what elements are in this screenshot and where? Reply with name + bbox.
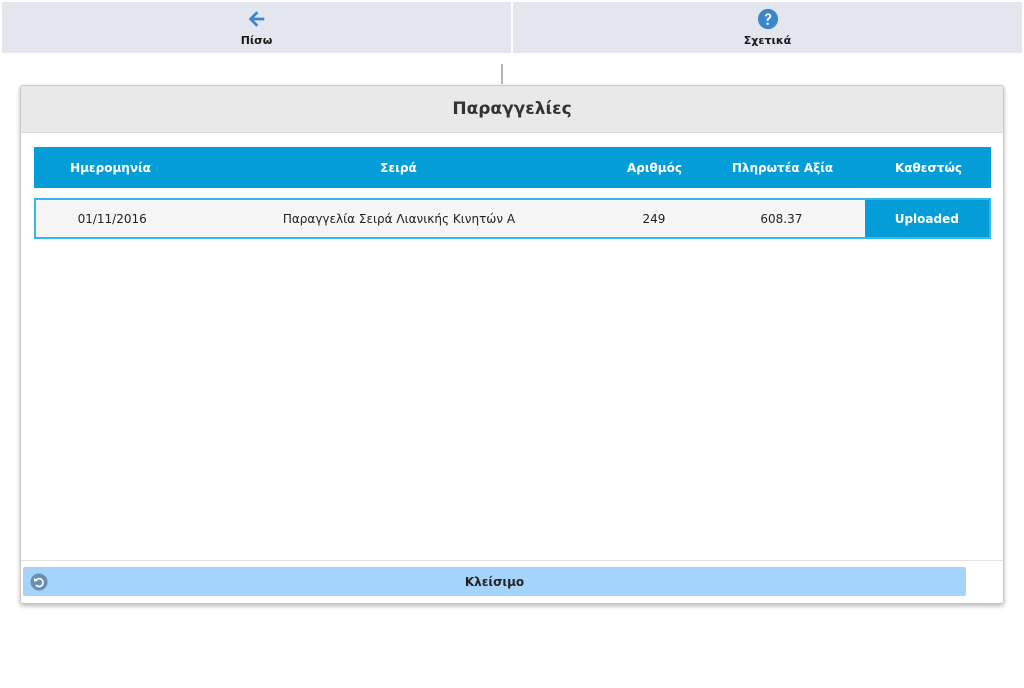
dialog-header: Παραγγελίες: [21, 86, 1003, 133]
status-badge: Uploaded: [864, 200, 989, 237]
undo-circle-icon: [30, 573, 48, 591]
dialog-title: Παραγγελίες: [452, 99, 572, 119]
column-header-status[interactable]: Καθεστώς: [866, 161, 991, 175]
close-button-label: Κλείσιμο: [464, 574, 525, 589]
help-circle-icon: [757, 8, 778, 30]
column-header-series[interactable]: Σειρά: [187, 161, 610, 175]
about-button[interactable]: Σχετικά: [513, 2, 1022, 53]
back-button[interactable]: Πίσω: [2, 2, 511, 53]
column-header-date[interactable]: Ημερομηνία: [34, 161, 187, 175]
table-row[interactable]: 01/11/2016 Παραγγελία Σειρά Λιανικής Κιν…: [34, 198, 991, 239]
orders-dialog: Παραγγελίες Ημερομηνία Σειρά Αριθμός Πλη…: [20, 85, 1004, 604]
back-button-label: Πίσω: [240, 34, 273, 47]
column-header-amount[interactable]: Πληρωτέα Αξία: [699, 161, 866, 175]
row-series: Παραγγελία Σειρά Λιανικής Κινητών Α: [282, 211, 516, 226]
top-toolbar: Πίσω Σχετικά: [2, 2, 1022, 53]
orders-table: Ημερομηνία Σειρά Αριθμός Πληρωτέα Αξία Κ…: [34, 147, 991, 239]
footer-divider: [21, 560, 1003, 561]
about-button-label: Σχετικά: [743, 34, 792, 47]
close-button[interactable]: Κλείσιμο: [23, 567, 966, 596]
table-header: Ημερομηνία Σειρά Αριθμός Πληρωτέα Αξία Κ…: [34, 147, 991, 188]
row-number: 249: [642, 211, 666, 226]
row-date: 01/11/2016: [77, 211, 147, 226]
row-amount: 608.37: [760, 211, 803, 226]
column-header-number[interactable]: Αριθμός: [610, 161, 699, 175]
connector-line: [501, 64, 503, 84]
arrow-left-icon: [248, 11, 264, 27]
